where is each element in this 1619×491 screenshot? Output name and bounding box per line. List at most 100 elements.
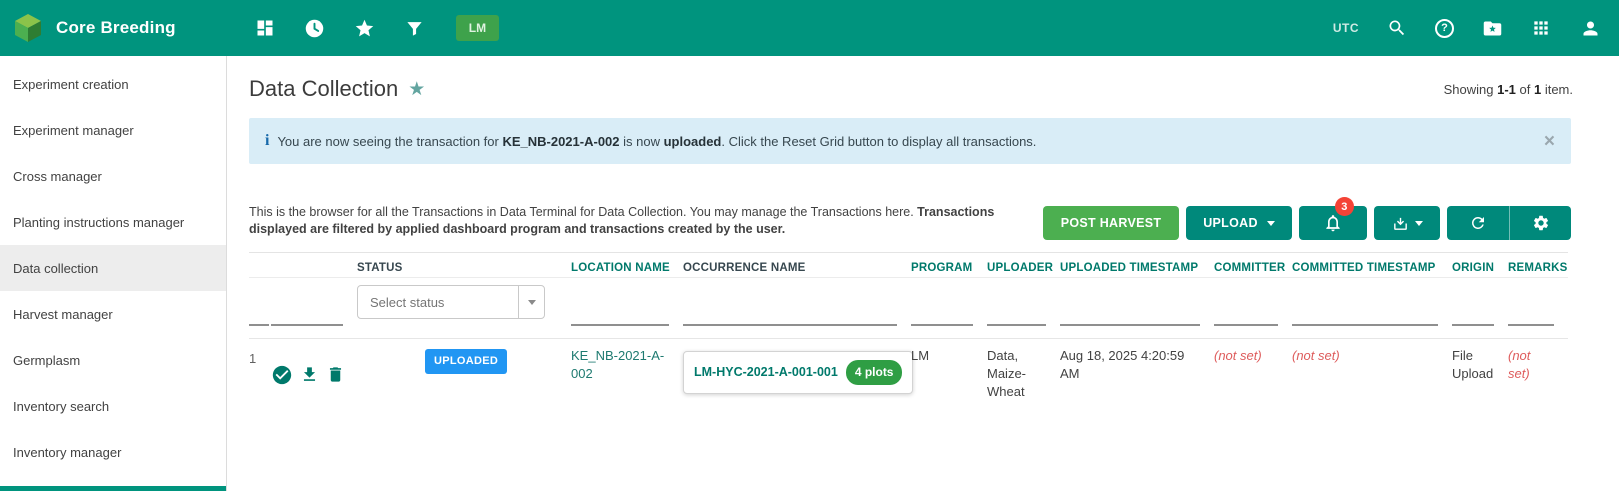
- toolbar-row: This is the browser for all the Transact…: [249, 204, 1571, 240]
- program-filter-input[interactable]: [911, 324, 973, 326]
- sidebar-item-inventory-search[interactable]: Inventory search: [0, 383, 226, 429]
- search-icon[interactable]: [1386, 17, 1408, 39]
- transactions-grid: STATUS LOCATION NAME OCCURRENCE NAME PRO…: [249, 252, 1619, 402]
- close-icon[interactable]: ×: [1544, 132, 1555, 151]
- sidebar-item-data-collection[interactable]: Data collection: [0, 245, 226, 291]
- location-link[interactable]: KE_NB-2021-A-002: [571, 348, 664, 381]
- index-filter-input[interactable]: [249, 324, 269, 326]
- occurrence-filter-input[interactable]: [683, 324, 897, 326]
- delete-trash-icon[interactable]: [326, 365, 345, 384]
- chevron-down-icon: [1267, 221, 1275, 226]
- app-logo-icon[interactable]: [10, 10, 46, 46]
- sidebar-item-inventory-manager[interactable]: Inventory manager: [0, 429, 226, 475]
- banner-status-word: uploaded: [664, 134, 722, 149]
- uploader-filter-input[interactable]: [987, 324, 1046, 326]
- uploader-cell: Data, Maize-Wheat: [987, 347, 1060, 402]
- showing-middle: of: [1516, 82, 1534, 97]
- grid-settings-button[interactable]: [1509, 206, 1571, 240]
- column-header-location-name[interactable]: LOCATION NAME: [571, 262, 683, 277]
- actions-filter-input[interactable]: [271, 324, 343, 326]
- commit-check-circle-icon[interactable]: [271, 364, 293, 386]
- uploaded-timestamp-filter-input[interactable]: [1060, 324, 1200, 326]
- row-actions: [271, 347, 357, 402]
- topbar-nav: [254, 17, 426, 39]
- title-row: Data Collection ★ Showing 1-1 of 1 item.: [249, 72, 1619, 106]
- favorites-star-icon[interactable]: [354, 17, 376, 39]
- upload-button[interactable]: UPLOAD: [1186, 206, 1292, 240]
- chevron-down-icon: [1415, 221, 1423, 226]
- remarks-cell: (not set): [1508, 347, 1568, 402]
- dashboard-icon[interactable]: [254, 17, 276, 39]
- sidebar-bottom-strip: [0, 486, 226, 491]
- chevron-down-icon: [528, 300, 536, 305]
- sidebar-item-experiment-manager[interactable]: Experiment manager: [0, 107, 226, 153]
- sidebar: Experiment creation Experiment manager C…: [0, 56, 227, 491]
- sidebar-item-planting-instructions-manager[interactable]: Planting instructions manager: [0, 199, 226, 245]
- saved-lists-folder-icon[interactable]: [1481, 17, 1503, 39]
- page-description: This is the browser for all the Transact…: [249, 204, 1043, 239]
- uploaded-timestamp-cell: Aug 18, 2025 4:20:59 AM: [1060, 347, 1214, 402]
- post-harvest-button[interactable]: POST HARVEST: [1043, 206, 1179, 240]
- occurrence-name-link[interactable]: LM-HYC-2021-A-001-001: [694, 364, 838, 382]
- committer-cell: (not set): [1214, 347, 1292, 402]
- occurrence-card[interactable]: LM-HYC-2021-A-001-001 4 plots: [683, 351, 913, 394]
- reset-grid-button[interactable]: [1447, 206, 1509, 240]
- bell-icon: [1323, 213, 1343, 233]
- column-header-committed-timestamp[interactable]: COMMITTED TIMESTAMP: [1292, 262, 1452, 277]
- status-badge: UPLOADED: [425, 349, 507, 374]
- table-row: 1 UPLOADED KE_NB-2021-A-002 L: [249, 338, 1568, 402]
- plots-count-badge: 4 plots: [846, 360, 903, 385]
- grid-tools-group: [1447, 206, 1571, 240]
- program-badge[interactable]: LM: [456, 15, 499, 41]
- grid-header-row: STATUS LOCATION NAME OCCURRENCE NAME PRO…: [249, 252, 1568, 278]
- export-button[interactable]: [1374, 206, 1440, 240]
- notifications-button[interactable]: 3: [1299, 206, 1367, 240]
- origin-filter-input[interactable]: [1452, 324, 1494, 326]
- timezone-label[interactable]: UTC: [1333, 21, 1359, 35]
- notifications-count-badge: 3: [1335, 197, 1354, 216]
- banner-transaction-id: KE_NB-2021-A-002: [502, 134, 619, 149]
- showing-range: 1-1: [1497, 82, 1516, 97]
- filter-funnel-icon[interactable]: [404, 17, 426, 39]
- sidebar-item-experiment-creation[interactable]: Experiment creation: [0, 61, 226, 107]
- gear-icon: [1532, 214, 1550, 232]
- topbar-right: UTC ?: [1333, 17, 1601, 39]
- showing-suffix: item.: [1541, 82, 1573, 97]
- status-filter-select[interactable]: Select status: [357, 285, 545, 319]
- origin-cell: File Upload: [1452, 347, 1508, 402]
- committed-timestamp-filter-input[interactable]: [1292, 324, 1438, 326]
- download-icon[interactable]: [300, 365, 319, 384]
- info-icon: i: [265, 132, 269, 150]
- refresh-icon: [1469, 214, 1487, 232]
- recent-clock-icon[interactable]: [304, 17, 326, 39]
- sidebar-item-harvest-manager[interactable]: Harvest manager: [0, 291, 226, 337]
- committer-filter-input[interactable]: [1214, 324, 1278, 326]
- column-header-uploader[interactable]: UPLOADER: [987, 262, 1060, 277]
- top-bar: Core Breeding LM UTC ?: [0, 0, 1619, 56]
- export-icon: [1392, 215, 1409, 232]
- showing-summary: Showing 1-1 of 1 item.: [1444, 82, 1573, 97]
- column-header-origin[interactable]: ORIGIN: [1452, 262, 1508, 277]
- apps-grid-icon[interactable]: [1530, 17, 1552, 39]
- sidebar-item-cross-manager[interactable]: Cross manager: [0, 153, 226, 199]
- row-index: 1: [249, 347, 271, 402]
- select-caret-button[interactable]: [518, 286, 544, 318]
- main-content: Data Collection ★ Showing 1-1 of 1 item.…: [227, 72, 1619, 402]
- page-title: Data Collection: [249, 76, 398, 102]
- column-header-committer[interactable]: COMMITTER: [1214, 262, 1292, 277]
- committed-timestamp-cell: (not set): [1292, 347, 1452, 402]
- favorite-page-star-icon[interactable]: ★: [408, 78, 425, 101]
- grid-filter-row: Select status: [249, 278, 1568, 338]
- user-profile-icon[interactable]: [1579, 17, 1601, 39]
- toolbar-buttons: POST HARVEST UPLOAD 3: [1043, 204, 1571, 240]
- app-title: Core Breeding: [56, 18, 176, 38]
- location-filter-input[interactable]: [571, 324, 669, 326]
- column-header-index: [249, 262, 271, 277]
- sidebar-item-germplasm[interactable]: Germplasm: [0, 337, 226, 383]
- column-header-program[interactable]: PROGRAM: [911, 262, 987, 277]
- help-icon[interactable]: ?: [1435, 19, 1454, 38]
- remarks-filter-input[interactable]: [1508, 324, 1554, 326]
- column-header-uploaded-timestamp[interactable]: UPLOADED TIMESTAMP: [1060, 262, 1214, 277]
- program-cell: LM: [911, 347, 987, 402]
- column-header-remarks[interactable]: REMARKS: [1508, 262, 1568, 277]
